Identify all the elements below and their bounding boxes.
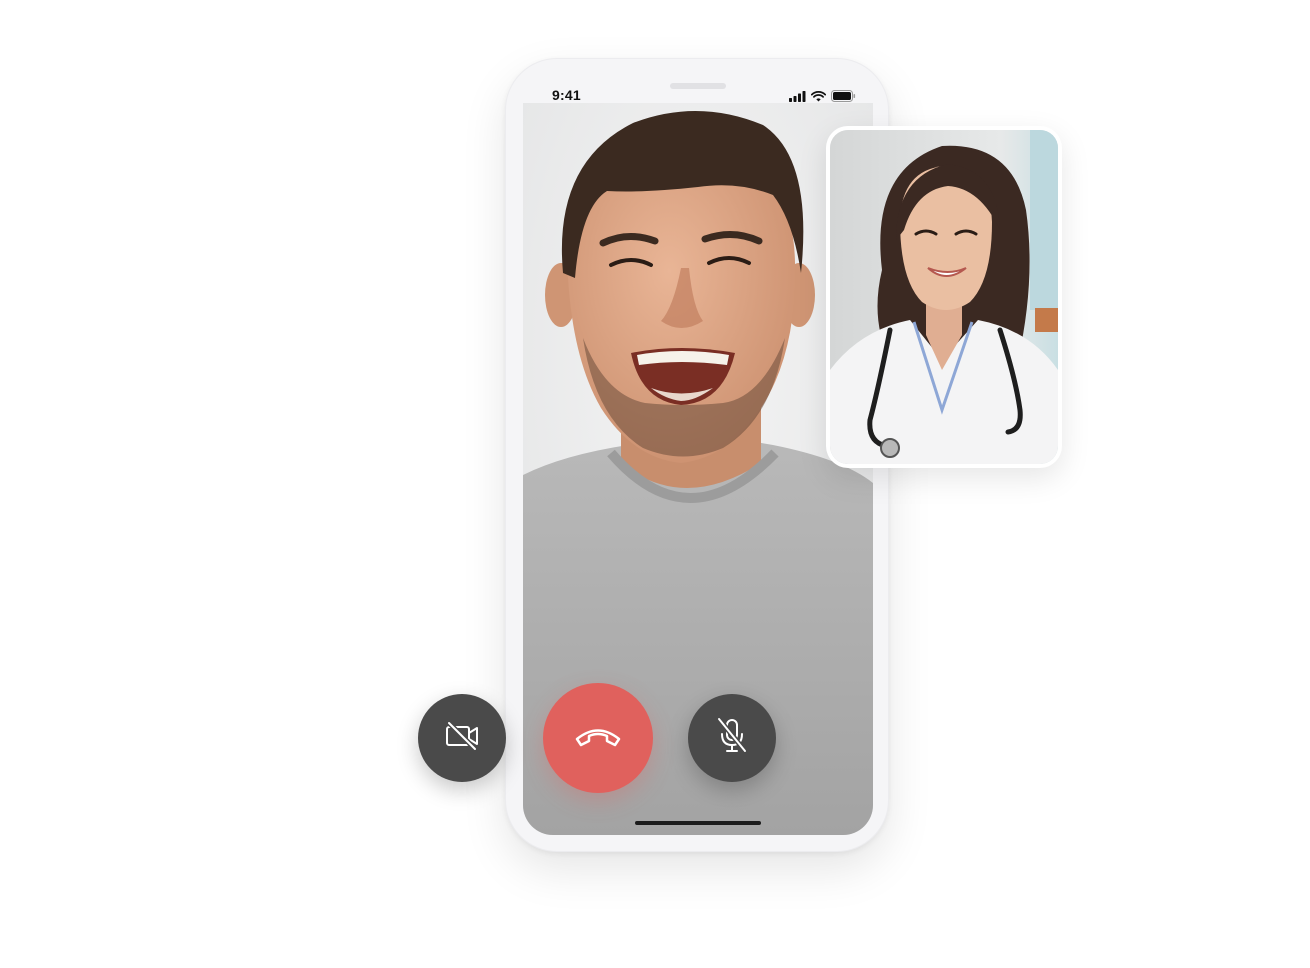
pip-video-frame: [830, 130, 1058, 464]
phone-hangup-icon: [572, 724, 624, 753]
home-indicator: [635, 821, 761, 825]
mic-off-icon: [715, 716, 749, 760]
doctor-self-view: [830, 130, 1058, 464]
camera-off-button[interactable]: [418, 694, 506, 782]
status-time: 9:41: [552, 87, 581, 103]
phone-speaker: [670, 83, 726, 89]
mic-off-button[interactable]: [688, 694, 776, 782]
video-call-stage: 9:41: [0, 0, 1310, 968]
camera-off-icon: [443, 720, 481, 756]
pip-video[interactable]: [826, 126, 1062, 468]
end-call-button[interactable]: [543, 683, 653, 793]
